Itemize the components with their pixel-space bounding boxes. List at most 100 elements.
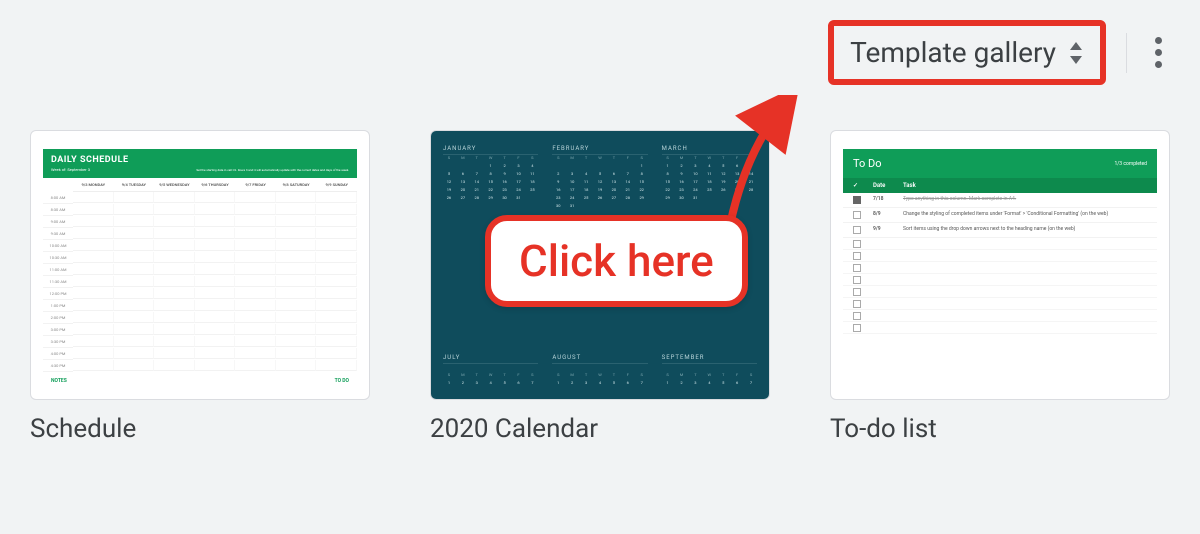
- calendar-day-header: T: [580, 372, 592, 377]
- template-gallery-button[interactable]: Template gallery: [828, 20, 1106, 85]
- calendar-day: 11: [526, 171, 538, 176]
- calendar-day-header: T: [608, 155, 620, 160]
- calendar-day-header: F: [622, 372, 634, 377]
- todo-col-date: Date: [873, 182, 903, 189]
- schedule-cell: [73, 324, 114, 335]
- calendar-day: 25: [526, 187, 538, 192]
- calendar-day: 2: [676, 163, 688, 168]
- schedule-cell: [154, 276, 195, 287]
- calendar-day: 4: [703, 163, 715, 168]
- schedule-cell: [235, 312, 276, 323]
- schedule-cell: [235, 276, 276, 287]
- schedule-cell: [276, 264, 317, 275]
- calendar-day: 31: [566, 203, 578, 208]
- schedule-cell: [73, 216, 114, 227]
- schedule-cell: [154, 288, 195, 299]
- calendar-day: 8: [662, 171, 674, 176]
- schedule-title: DAILY SCHEDULE: [51, 155, 129, 165]
- calendar-day: 30: [499, 195, 511, 200]
- calendar-day: 4: [485, 380, 497, 385]
- template-item-schedule: DAILY SCHEDULE Week of: September 3 Set …: [30, 130, 370, 444]
- calendar-day: 6: [731, 380, 743, 385]
- dot-icon: [1155, 37, 1162, 44]
- schedule-time: 1:00 PM: [43, 300, 73, 312]
- calendar-day: 7: [622, 171, 634, 176]
- schedule-cell: [73, 240, 114, 251]
- checkbox-icon: [853, 240, 861, 248]
- schedule-cell: [73, 300, 114, 311]
- calendar-day-header: T: [499, 372, 511, 377]
- schedule-cell: [114, 252, 155, 263]
- annotation-arrow-icon: [715, 95, 805, 235]
- calendar-day: 8: [485, 171, 497, 176]
- calendar-day-header: M: [676, 155, 688, 160]
- schedule-cell: [316, 288, 357, 299]
- schedule-cell: [154, 348, 195, 359]
- template-card-todo[interactable]: To Do 1/3 completed ✓ Date Task 7/18 Typ…: [830, 130, 1170, 400]
- schedule-cell: [235, 264, 276, 275]
- more-options-button[interactable]: [1147, 29, 1170, 76]
- checkbox-icon: [853, 276, 861, 284]
- schedule-cell: [276, 300, 317, 311]
- calendar-day: 1: [552, 380, 564, 385]
- calendar-day: 7: [745, 380, 757, 385]
- calendar-day: 27: [608, 195, 620, 200]
- calendar-day: 26: [594, 195, 606, 200]
- schedule-cell: [235, 324, 276, 335]
- calendar-day: 22: [485, 187, 497, 192]
- calendar-day: 13: [608, 179, 620, 184]
- dot-icon: [1155, 49, 1162, 56]
- schedule-cell: [195, 324, 236, 335]
- schedule-cell: [114, 240, 155, 251]
- todo-counter: 1/3 completed: [1114, 161, 1147, 167]
- schedule-day-header: 9/3 MONDAY: [73, 178, 114, 192]
- checkbox-icon: [853, 300, 861, 308]
- calendar-day: 17: [513, 179, 525, 184]
- calendar-day: 9: [552, 179, 564, 184]
- schedule-time: 4:00 PM: [43, 348, 73, 360]
- schedule-day-header: 9/6 THURSDAY: [195, 178, 236, 192]
- schedule-cell: [316, 240, 357, 251]
- annotation-callout: Click here: [485, 215, 748, 307]
- todo-row: 8/9 Change the styling of completed item…: [843, 208, 1157, 223]
- schedule-cell: [73, 348, 114, 359]
- schedule-cell: [316, 348, 357, 359]
- expand-collapse-icon: [1068, 42, 1084, 64]
- calendar-day: 24: [513, 187, 525, 192]
- schedule-time: 11:30 AM: [43, 276, 73, 288]
- schedule-cell: [73, 288, 114, 299]
- calendar-day: 23: [552, 195, 564, 200]
- todo-empty-row: [843, 286, 1157, 298]
- schedule-cell: [276, 288, 317, 299]
- calendar-day: 30: [676, 195, 688, 200]
- schedule-cell: [154, 216, 195, 227]
- calendar-day-header: S: [662, 155, 674, 160]
- calendar-day: 8: [636, 171, 648, 176]
- calendar-day: 5: [594, 171, 606, 176]
- schedule-cell: [195, 192, 236, 203]
- calendar-day: 2: [566, 380, 578, 385]
- calendar-day-header: S: [443, 155, 455, 160]
- calendar-day: 12: [594, 179, 606, 184]
- todo-col-task: Task: [903, 182, 1147, 189]
- calendar-day-header: T: [471, 155, 483, 160]
- schedule-cell: [154, 324, 195, 335]
- calendar-day-header: F: [513, 155, 525, 160]
- schedule-cell: [316, 336, 357, 347]
- schedule-cell: [195, 276, 236, 287]
- calendar-day: 17: [566, 187, 578, 192]
- calendar-day: 15: [485, 179, 497, 184]
- calendar-day: 10: [689, 171, 701, 176]
- calendar-day: 3: [513, 163, 525, 168]
- calendar-month-name: JULY: [443, 354, 538, 364]
- schedule-cell: [154, 228, 195, 239]
- template-card-schedule[interactable]: DAILY SCHEDULE Week of: September 3 Set …: [30, 130, 370, 400]
- schedule-cell: [114, 348, 155, 359]
- schedule-cell: [276, 348, 317, 359]
- calendar-day: 9: [499, 171, 511, 176]
- schedule-cell: [195, 336, 236, 347]
- calendar-day: 3: [566, 171, 578, 176]
- schedule-note: Set the starting date in cell C2. Rows 3…: [196, 168, 349, 172]
- template-label: Schedule: [30, 414, 370, 444]
- calendar-day-header: S: [636, 155, 648, 160]
